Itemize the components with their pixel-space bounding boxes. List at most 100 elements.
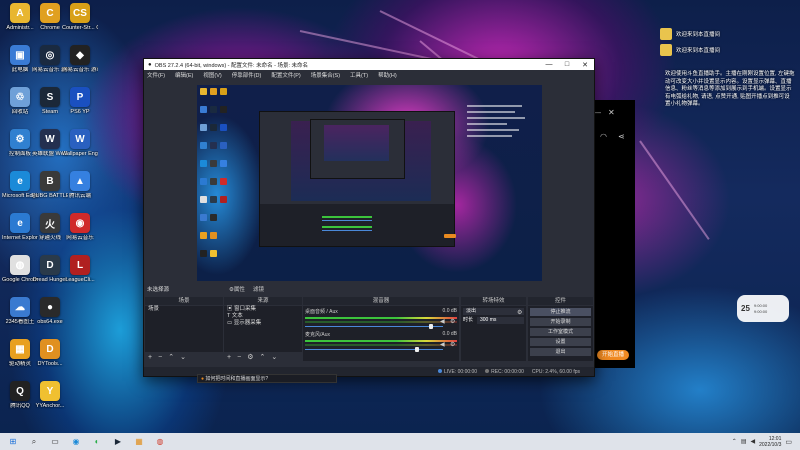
exit-button[interactable]: 退出 — [530, 348, 591, 356]
properties-button[interactable]: ⚙属性 — [229, 285, 245, 293]
gear-icon[interactable]: ⚙ — [247, 353, 253, 361]
info-icon: ● — [201, 376, 205, 382]
desktop-icon[interactable]: D DYTools... — [32, 339, 68, 368]
start-recording-button[interactable]: 开始录制 — [530, 318, 591, 326]
volume-icon[interactable]: ◀ — [751, 438, 756, 445]
settings-button[interactable]: 设置 — [530, 338, 591, 346]
move-up-icon[interactable]: ⌃ — [259, 353, 265, 361]
audio-mixer: 桌面音频 / Aux 0.0 dB 麦克风/Aux 0.0 dB ◀ ⚙ ◀ ⚙ — [303, 306, 459, 361]
scenes-dock-title: 场景 — [145, 297, 223, 305]
app-icon[interactable]: ▦ — [131, 436, 147, 448]
preview-icon — [210, 232, 217, 239]
preview-icon — [220, 142, 227, 149]
gear-icon[interactable]: ⚙ — [450, 318, 455, 325]
volume-slider[interactable] — [305, 324, 457, 329]
menu-edit[interactable]: 编辑(E) — [175, 71, 193, 79]
minimize-button[interactable]: — — [540, 61, 558, 69]
gear-icon[interactable]: ⚙ — [517, 309, 522, 316]
menu-view[interactable]: 视图(V) — [203, 71, 221, 79]
controls-dock-title: 控件 — [528, 297, 593, 305]
desktop-icon[interactable]: L LeagueCli... — [62, 255, 98, 284]
edge-icon[interactable]: ◉ — [68, 436, 84, 448]
app-icon: ◍ — [10, 255, 30, 275]
move-down-icon[interactable]: ⌄ — [271, 353, 277, 361]
menu-profile[interactable]: 配置文件(P) — [271, 71, 300, 79]
live-status: LIVE: 00:00:00 — [438, 369, 477, 375]
maximize-button[interactable]: □ — [558, 61, 576, 69]
desktop-icon[interactable]: ▲ 腾讯云端 — [62, 171, 98, 200]
filters-button[interactable]: 滤镜 — [253, 285, 264, 293]
close-icon[interactable]: ✕ — [608, 108, 615, 117]
remove-source-icon[interactable]: − — [237, 354, 241, 361]
chrome-icon[interactable]: ◍ — [152, 436, 168, 448]
remove-scene-icon[interactable]: − — [158, 354, 162, 361]
tray-chevron-icon[interactable]: ⌃ — [732, 438, 737, 445]
scenes-toolbar: + − ⌃ ⌄ — [145, 353, 186, 362]
weather-line: 9:00:00 — [753, 302, 768, 308]
duration-input[interactable]: 300 ms — [477, 317, 524, 324]
menu-scene-collection[interactable]: 场景集合(S) — [311, 71, 340, 79]
desktop-icon[interactable]: CS Counter-Str... Global Offe... — [62, 3, 98, 32]
menu-tools[interactable]: 工具(T) — [350, 71, 368, 79]
close-button[interactable]: ✕ — [576, 61, 594, 69]
desktop-icon[interactable]: W Wallpaper Engine — [62, 129, 98, 158]
source-item[interactable]: T 文本 — [224, 313, 302, 320]
gear-icon[interactable]: ⚙ — [450, 341, 455, 348]
preview-icon — [200, 232, 207, 239]
weather-widget[interactable]: 25 9:00:00 9:00:00 — [737, 295, 789, 322]
desktop-icon-label: PS6 YP — [70, 109, 90, 115]
preview-icon — [200, 88, 207, 95]
menu-docks[interactable]: 停靠部件(D) — [232, 71, 262, 79]
search-icon[interactable]: ⌕ — [26, 436, 42, 448]
preview-canvas[interactable] — [197, 85, 542, 281]
add-scene-icon[interactable]: + — [148, 354, 152, 361]
preview-icon — [220, 106, 227, 113]
add-source-icon[interactable]: + — [227, 354, 231, 361]
scene-item[interactable]: 场景 — [145, 306, 223, 313]
controls-panel: 停止推流 开始录制 工作室模式 设置 退出 — [528, 306, 593, 361]
studio-mode-button[interactable]: 工作室模式 — [530, 328, 591, 336]
move-down-icon[interactable]: ⌄ — [180, 353, 186, 361]
notification-icon[interactable]: ▭ — [785, 438, 792, 446]
source-item[interactable]: ▭ 显示器采集 — [224, 320, 302, 327]
wechat-icon[interactable]: ◐ — [89, 436, 105, 448]
speaker-icon[interactable]: ◀ — [440, 318, 445, 325]
chat-message: 欢迎来到本直播间 — [660, 28, 795, 40]
menu-file[interactable]: 文件(F) — [147, 71, 165, 79]
app-icon: ♲ — [10, 87, 30, 107]
notification-bell-icon[interactable]: ◠ — [600, 132, 607, 141]
desktop-icon-label: Counter-Str... Global Offe... — [62, 25, 98, 31]
avatar — [660, 28, 672, 40]
volume-meter — [305, 340, 457, 342]
desktop-icon[interactable]: ◆ 网易云音乐 游戏助手 — [62, 45, 98, 74]
sources-toolbar: + − ⚙ ⌃ ⌄ — [224, 353, 277, 362]
notification-bar[interactable]: ● 如何把时间和直播画面显示? — [197, 374, 337, 383]
nested-obs-window — [259, 111, 455, 247]
app-icon: ◉ — [70, 213, 90, 233]
desktop-icon[interactable]: ● obs64.exe — [32, 297, 68, 326]
stop-streaming-button[interactable]: 停止推流 — [530, 308, 591, 316]
desktop-icon[interactable]: P PS6 YP — [62, 87, 98, 116]
preview-icon — [200, 142, 207, 149]
transition-select[interactable]: 淡出 — [463, 308, 524, 315]
preview-icon — [210, 88, 217, 95]
desktop-icon[interactable]: Y YYAnchor... — [32, 381, 68, 410]
speaker-icon[interactable]: ◀ — [440, 341, 445, 348]
start-button[interactable]: ⊞ — [5, 436, 21, 448]
move-up-icon[interactable]: ⌃ — [168, 353, 174, 361]
obs-title-bar[interactable]: ● OBS 27.2.4 (64-bit, windows) - 配置文件: 未… — [144, 59, 594, 70]
menu-help[interactable]: 帮助(H) — [378, 71, 397, 79]
volume-slider[interactable] — [305, 347, 457, 352]
clock[interactable]: 12:01 2022/10/3 — [759, 436, 781, 448]
share-icon[interactable]: ⋖ — [618, 132, 625, 141]
rec-status: REC: 00:00:00 — [485, 369, 524, 375]
app-icon: ◆ — [70, 45, 90, 65]
preview-icon — [200, 178, 207, 185]
start-live-button[interactable]: 开始直播 — [597, 350, 629, 360]
desktop-icon[interactable]: ◉ 网易云音乐 — [62, 213, 98, 242]
steam-icon[interactable]: ▶ — [110, 436, 126, 448]
app-icon: ☁ — [10, 297, 30, 317]
task-view-icon[interactable]: ▭ — [47, 436, 63, 448]
source-item[interactable]: ▣ 窗口采集 — [224, 306, 302, 313]
network-icon[interactable]: ▤ — [741, 438, 747, 445]
